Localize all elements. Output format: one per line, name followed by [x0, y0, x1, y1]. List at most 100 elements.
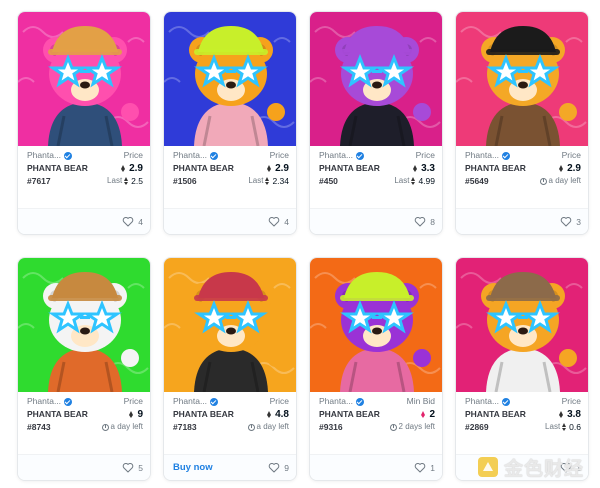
favorite-button[interactable]: 1	[414, 462, 435, 473]
nft-image[interactable]	[310, 12, 442, 146]
collection-name[interactable]: Phanta...	[173, 395, 219, 408]
time-left: a day left	[110, 422, 143, 431]
price-block: 2.9 a day left	[539, 162, 581, 187]
card-info: Phanta... Price PHANTA BEAR #2869 3.8 La…	[456, 395, 588, 455]
price-value: 2.9	[248, 162, 289, 175]
nft-card[interactable]: Phanta... Price PHANTA BEAR #1506 2.9 La…	[163, 11, 297, 235]
nft-name[interactable]: PHANTA BEAR #7183	[173, 408, 243, 434]
collection-name[interactable]: Phanta...	[319, 149, 365, 162]
eth-icon	[562, 423, 567, 431]
price-sub: Last 4.99	[394, 175, 435, 187]
price-amount: 9	[137, 409, 143, 420]
card-footer: 8	[310, 208, 442, 234]
price-sub: Last 2.5	[107, 175, 143, 187]
eth-icon	[121, 164, 126, 173]
nft-image[interactable]	[456, 258, 588, 392]
price-block: 4.8 a day left	[247, 408, 289, 433]
favorite-button[interactable]: 3	[560, 216, 581, 227]
collection-name[interactable]: Phanta...	[27, 395, 73, 408]
nft-image[interactable]	[164, 12, 296, 146]
nft-card[interactable]: Phanta... Price PHANTA BEAR #5649 2.9 a …	[455, 11, 589, 235]
nft-name[interactable]: PHANTA BEAR #450	[319, 162, 389, 188]
price-block: 9 a day left	[101, 408, 143, 433]
eth-icon	[559, 410, 564, 419]
collection-name[interactable]: Phanta...	[173, 149, 219, 162]
price-label: Price	[415, 150, 435, 160]
time-left: a day left	[548, 176, 581, 185]
eth-icon	[124, 177, 129, 185]
bear-artwork	[164, 258, 296, 392]
nft-name[interactable]: PHANTA BEAR #9316	[319, 408, 389, 434]
favorite-count: 8	[430, 216, 435, 227]
nft-image[interactable]	[18, 12, 150, 146]
price-amount: 3.8	[567, 409, 581, 420]
collection-label: Phanta...	[173, 396, 208, 406]
price-amount: 4.8	[275, 409, 289, 420]
price-sub: a day left	[247, 421, 289, 433]
collection-name[interactable]: Phanta...	[465, 149, 511, 162]
price-sub: Last 2.34	[248, 175, 289, 187]
price-block: 2.9 Last 2.5	[107, 162, 143, 187]
favorite-button[interactable]: 4	[122, 216, 143, 227]
heart-icon	[415, 462, 426, 473]
nft-name[interactable]: PHANTA BEAR #8743	[27, 408, 97, 434]
collection-name[interactable]: Phanta...	[319, 395, 365, 408]
price-sub: 2 days left	[389, 421, 435, 433]
eth-icon	[559, 164, 564, 173]
card-info: Phanta... Price PHANTA BEAR #5649 2.9 a …	[456, 149, 588, 209]
collection-name[interactable]: Phanta...	[465, 395, 511, 408]
heart-icon	[269, 216, 280, 227]
nft-card[interactable]: Phanta... Price PHANTA BEAR #7183 4.8 a …	[163, 257, 297, 481]
collection-label: Phanta...	[319, 150, 354, 160]
watermark-text: 金色财经	[504, 458, 585, 480]
nft-image[interactable]	[164, 258, 296, 392]
heart-icon	[415, 216, 426, 227]
nft-name[interactable]: PHANTA BEAR #1506	[173, 162, 243, 188]
nft-image[interactable]	[18, 258, 150, 392]
nft-card[interactable]: Phanta... Price PHANTA BEAR #7617 2.9 La…	[17, 11, 151, 235]
nft-name[interactable]: PHANTA BEAR #7617	[27, 162, 97, 188]
price-value: 4.8	[248, 408, 289, 421]
eth-icon	[267, 164, 272, 173]
nft-name[interactable]: PHANTA BEAR #2869	[465, 408, 535, 434]
verified-badge-icon	[356, 151, 365, 160]
price-amount: 2.9	[129, 163, 143, 174]
favorite-button[interactable]: 5	[122, 462, 143, 473]
nft-image[interactable]	[310, 258, 442, 392]
heart-icon	[123, 462, 134, 473]
nft-image[interactable]	[456, 12, 588, 146]
price-amount: 2	[429, 409, 435, 420]
card-info: Phanta... Price PHANTA BEAR #8743 9 a da…	[18, 395, 150, 455]
bear-artwork	[456, 12, 588, 146]
buy-now-button[interactable]: Buy now	[173, 462, 213, 473]
price-label: Min Bid	[406, 396, 435, 406]
price-value: 3.3	[394, 162, 435, 175]
favorite-button[interactable]: 8	[414, 216, 435, 227]
favorite-count: 1	[430, 462, 435, 473]
nft-card[interactable]: Phanta... Price PHANTA BEAR #450 3.3 Las…	[309, 11, 443, 235]
nft-card[interactable]: Phanta... Price PHANTA BEAR #8743 9 a da…	[17, 257, 151, 481]
favorite-count: 4	[284, 216, 289, 227]
card-footer: 4	[164, 208, 296, 234]
nft-card[interactable]: Phanta... Min Bid PHANTA BEAR #9316 2 2 …	[309, 257, 443, 481]
last-label: Last	[545, 422, 561, 431]
last-label: Last	[248, 176, 264, 185]
price-block: 2.9 Last 2.34	[248, 162, 289, 187]
card-footer: 5	[18, 454, 150, 480]
nft-name[interactable]: PHANTA BEAR #5649	[465, 162, 535, 188]
collection-name[interactable]: Phanta...	[27, 149, 73, 162]
collection-label: Phanta...	[465, 150, 500, 160]
favorite-button[interactable]: 9	[268, 462, 289, 473]
heart-icon	[561, 216, 572, 227]
last-price: 2.5	[131, 176, 143, 186]
favorite-button[interactable]: 4	[268, 216, 289, 227]
bear-artwork	[18, 12, 150, 146]
nft-card[interactable]: Phanta... Price PHANTA BEAR #2869 3.8 La…	[455, 257, 589, 481]
eth-icon	[411, 177, 416, 185]
price-label: Price	[561, 396, 581, 406]
bear-artwork	[456, 258, 588, 392]
favorite-count: 9	[284, 462, 289, 473]
bear-artwork	[310, 12, 442, 146]
heart-icon	[269, 462, 280, 473]
bear-artwork	[18, 258, 150, 392]
